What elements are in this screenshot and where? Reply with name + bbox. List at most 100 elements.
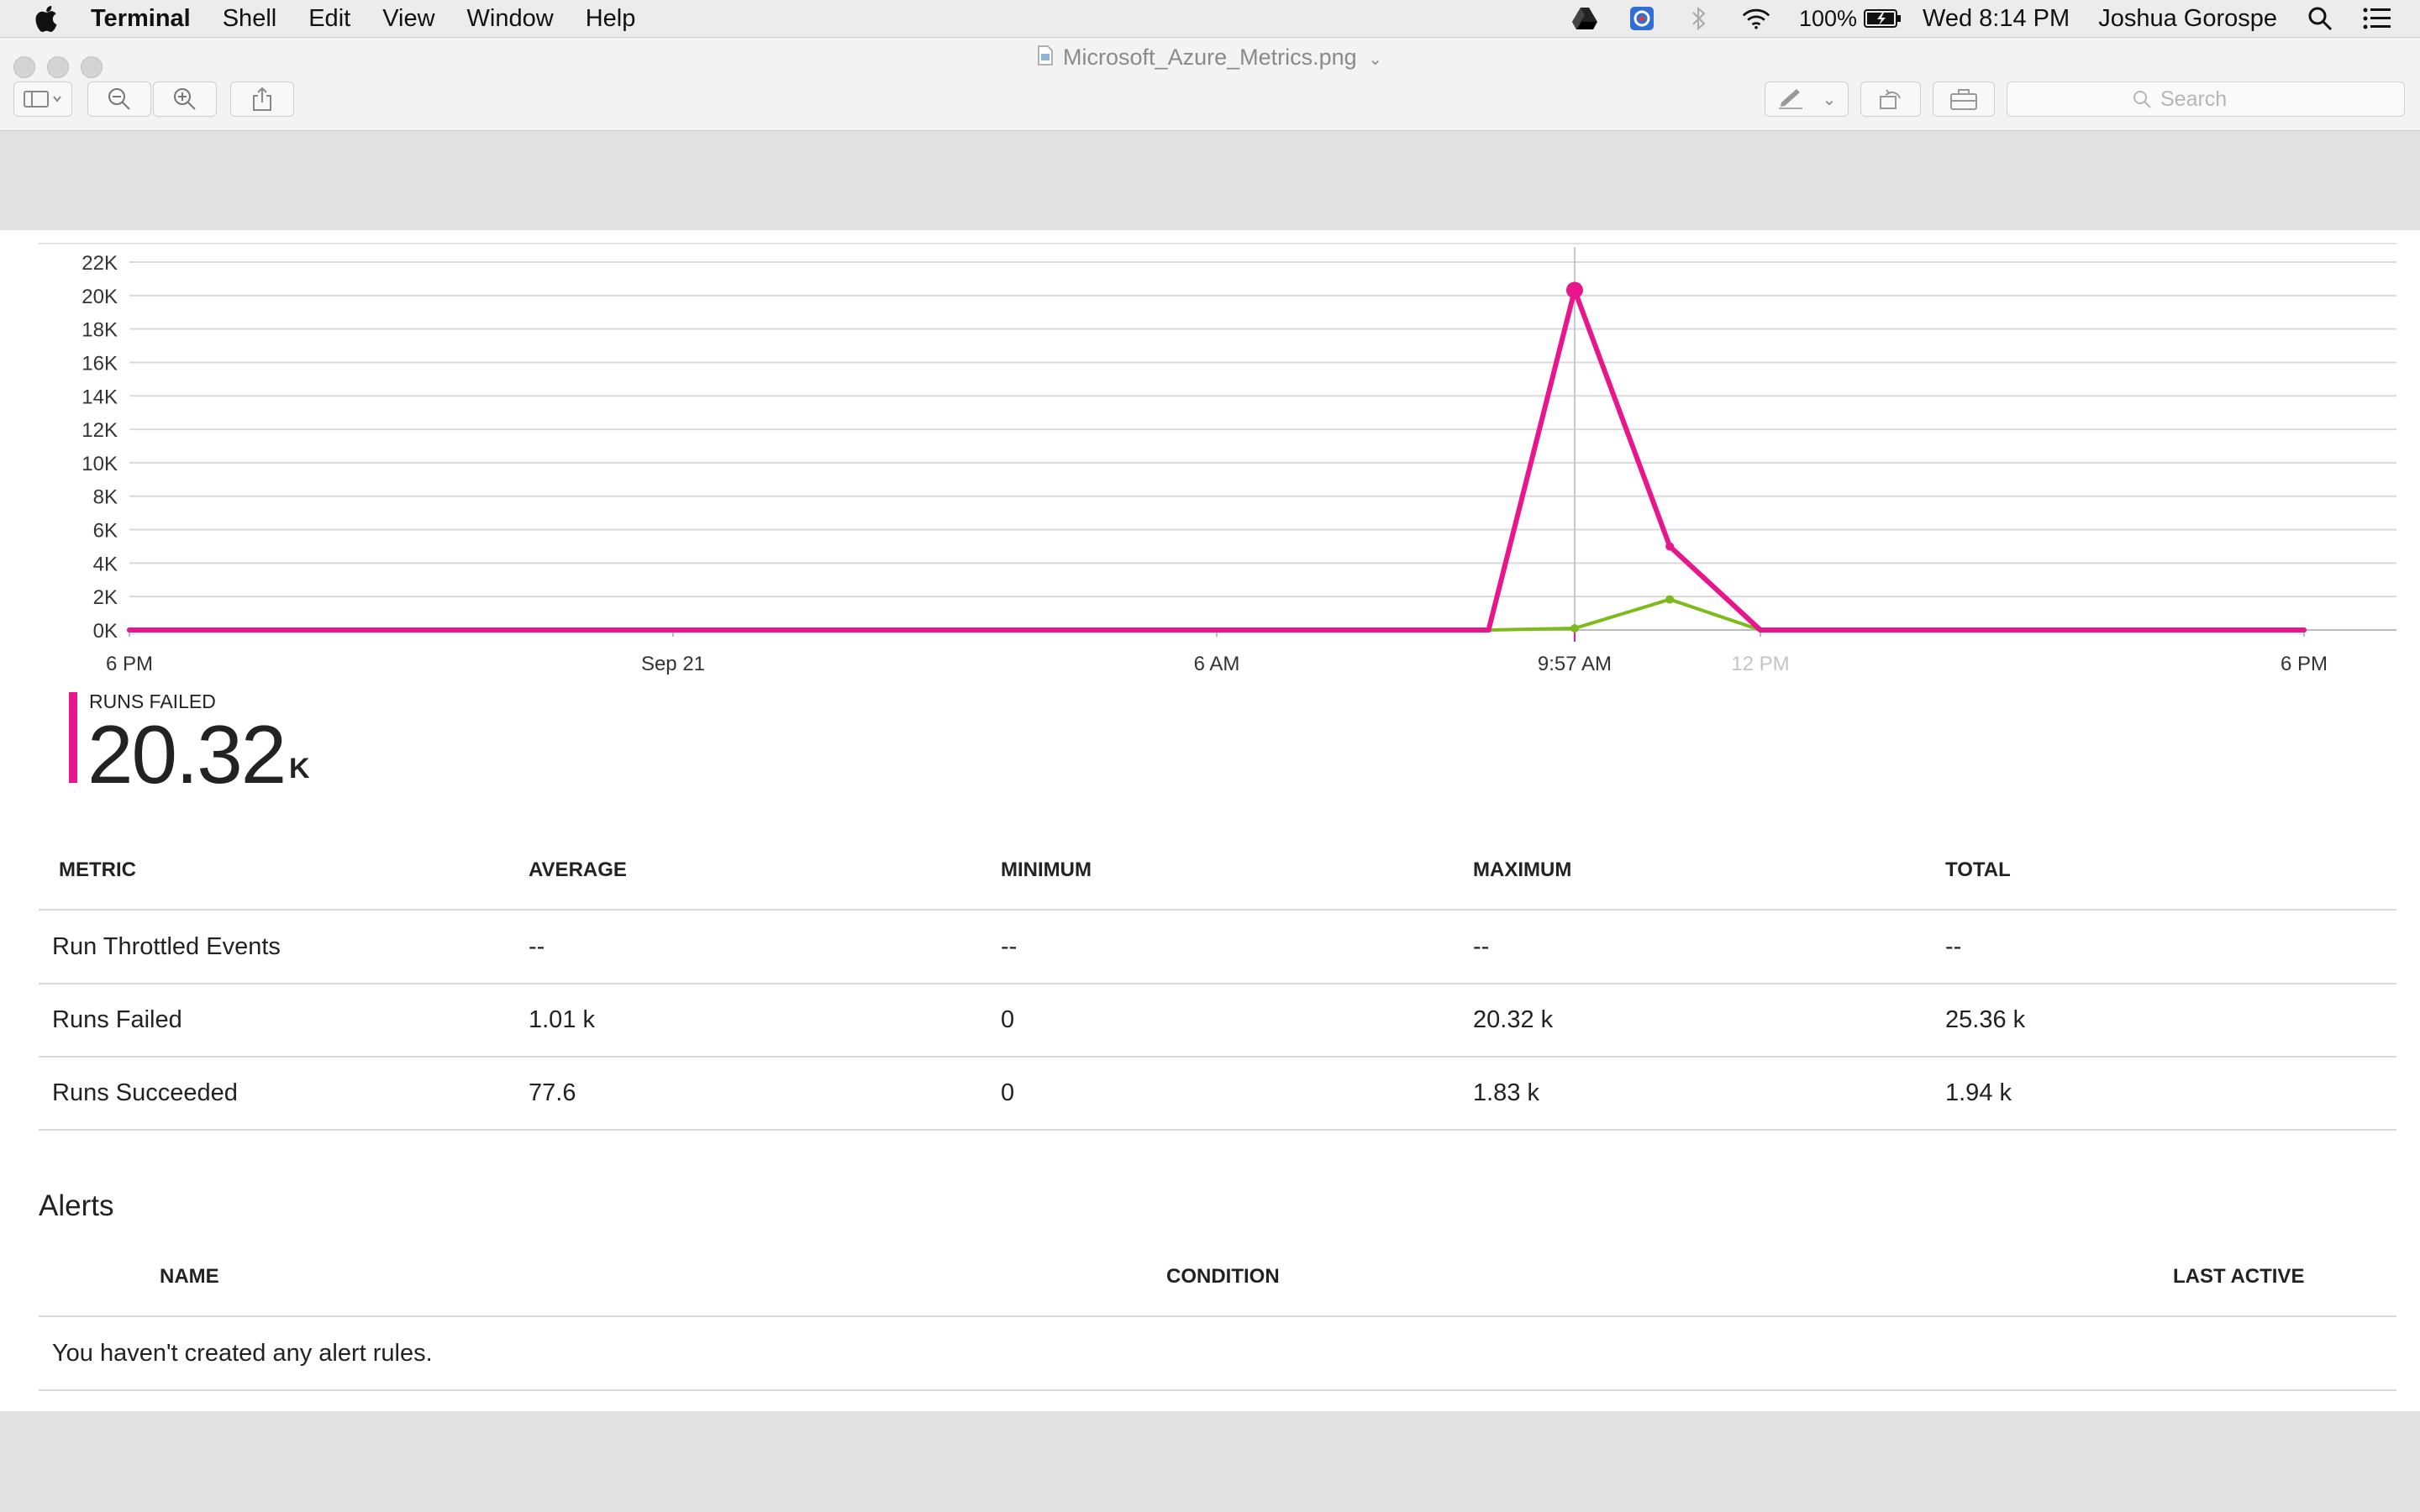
data-point-runs-failed [308, 627, 313, 633]
x-tick-label: 6 PM [2281, 653, 2328, 675]
search-input[interactable] [2159, 86, 2280, 113]
cell-maximum: -- [1473, 932, 1490, 960]
title-chevron-down-icon[interactable]: ⌄ [1368, 50, 1382, 69]
document-view: 0K 2K 4K 6K 8K 10K 12K 14K 16K 18K 20K 22K 6 PM Sep 2… [0, 230, 2420, 1411]
metrics-chart: 0K 2K 4K 6K 8K 10K 12K 14K 16K 18K 20K 22K 6 PM Sep 2… [39, 243, 2396, 675]
app-status-icon[interactable] [1628, 4, 1656, 33]
zoom-in-icon [174, 88, 196, 110]
battery-status[interactable]: 100% [1799, 6, 1902, 32]
x-tick-label: Sep 21 [641, 653, 705, 675]
spotlight-search-icon[interactable] [2306, 4, 2334, 33]
wifi-icon[interactable] [1742, 4, 1770, 33]
share-button[interactable] [230, 81, 294, 117]
apple-menu-icon[interactable] [29, 0, 66, 37]
y-tick-label: 0K [93, 620, 118, 643]
series-line-runs-failed [129, 287, 2304, 633]
sidebar-icon [24, 91, 61, 108]
menu-window[interactable]: Window [467, 5, 554, 33]
menu-shell[interactable]: Shell [223, 5, 277, 33]
markup-button[interactable]: ⌄ [1765, 81, 1849, 117]
rotate-button[interactable] [1860, 81, 1921, 117]
menu-help[interactable]: Help [586, 5, 636, 33]
menu-view[interactable]: View [382, 5, 434, 33]
table-row[interactable]: Runs Succeeded 77.6 0 1.83 k 1.94 k [39, 1057, 2396, 1131]
alerts-heading: Alerts [39, 1189, 114, 1222]
cell-minimum: 0 [1001, 1005, 1015, 1033]
x-tick-label: 12 PM [1731, 653, 1789, 675]
cell-average: 1.01 k [529, 1005, 595, 1033]
toolbox-button[interactable] [1933, 81, 1995, 117]
cell-metric: Run Throttled Events [52, 932, 281, 960]
cell-metric: Runs Failed [52, 1005, 182, 1033]
cell-average: 77.6 [529, 1079, 576, 1106]
y-tick-label: 14K [82, 386, 118, 408]
cell-total: 1.94 k [1945, 1079, 2012, 1106]
document-icon [1038, 45, 1053, 71]
user-name[interactable]: Joshua Gorospe [2098, 5, 2277, 33]
col-header-condition: CONDITION [1166, 1265, 1280, 1288]
summary-value: 20.32 [87, 708, 287, 801]
data-point-runs-failed [760, 627, 766, 633]
data-point-runs-failed [2029, 627, 2035, 633]
data-point-runs-failed [1304, 627, 1310, 633]
alerts-empty-message: You haven't created any alert rules. [52, 1339, 433, 1367]
summary-unit: K [289, 753, 310, 785]
battery-percent: 100% [1798, 5, 1858, 31]
notification-center-icon[interactable] [2363, 4, 2391, 33]
cell-maximum: 1.83 k [1473, 1079, 1539, 1106]
menu-bar: Terminal Shell Edit View Window Help 100… [0, 0, 2420, 38]
markup-chevron-down-icon[interactable]: ⌄ [1823, 89, 1837, 110]
x-tick-label: 6 PM [106, 653, 153, 675]
y-tick-label: 6K [93, 520, 118, 543]
cell-metric: Runs Succeeded [52, 1079, 238, 1106]
window-title[interactable]: Microsoft_Azure_Metrics.png ⌄ [0, 45, 2420, 71]
col-header-maximum: MAXIMUM [1473, 858, 1572, 881]
data-point-runs-failed [1848, 627, 1854, 633]
col-header-total: TOTAL [1945, 858, 2011, 881]
zoom-out-icon [108, 88, 130, 110]
col-header-minimum: MINIMUM [1001, 858, 1092, 881]
data-point-runs-failed [2120, 627, 2126, 633]
data-point-runs-succeeded [1570, 624, 1579, 633]
data-point-runs-failed [1395, 627, 1401, 633]
x-tick-label: 9:57 AM [1538, 653, 1612, 675]
sidebar-toggle-button[interactable] [13, 81, 72, 117]
col-header-last-active: LAST ACTIVE [2173, 1265, 2305, 1288]
y-tick-label: 22K [82, 252, 118, 275]
table-row[interactable]: Run Throttled Events -- -- -- -- [39, 911, 2396, 984]
toolbox-icon [1950, 89, 1977, 110]
google-drive-icon[interactable] [1570, 4, 1599, 33]
zoom-in-button[interactable] [153, 81, 217, 117]
cell-average: -- [529, 932, 545, 960]
data-point-runs-failed [2302, 627, 2307, 633]
y-tick-label: 12K [82, 419, 118, 442]
share-icon [253, 87, 271, 111]
table-row[interactable]: Runs Failed 1.01 k 0 20.32 k 25.36 k [39, 984, 2396, 1058]
menu-edit[interactable]: Edit [308, 5, 350, 33]
bluetooth-icon[interactable] [1685, 4, 1713, 33]
data-point-runs-failed [1486, 627, 1491, 633]
zoom-out-button[interactable] [87, 81, 151, 117]
data-point-runs-failed [1939, 627, 1944, 633]
y-tick-label: 18K [82, 319, 118, 342]
data-point-runs-failed [2211, 627, 2217, 633]
window-title-text: Microsoft_Azure_Metrics.png [1063, 45, 1357, 70]
data-point-runs-failed [1033, 627, 1039, 633]
clock[interactable]: Wed 8:14 PM [1923, 5, 2070, 33]
y-tick-label: 4K [93, 553, 118, 575]
cell-minimum: -- [1001, 932, 1018, 960]
data-point-runs-succeeded [1665, 595, 1675, 604]
menu-app-terminal[interactable]: Terminal [91, 5, 191, 33]
search-field[interactable] [2007, 81, 2405, 117]
data-point-runs-failed [1665, 542, 1675, 551]
search-icon [2133, 91, 2151, 108]
data-point-runs-failed [851, 627, 857, 633]
data-point-runs-failed [127, 627, 132, 633]
cell-minimum: 0 [1001, 1079, 1015, 1106]
col-header-name: NAME [160, 1265, 219, 1288]
series-line-runs-succeeded [129, 597, 2304, 632]
alerts-empty-row: You haven't created any alert rules. [39, 1317, 2396, 1391]
y-tick-label: 2K [93, 586, 118, 609]
data-point-runs-failed [1565, 281, 1583, 299]
y-tick-label: 20K [82, 286, 118, 308]
